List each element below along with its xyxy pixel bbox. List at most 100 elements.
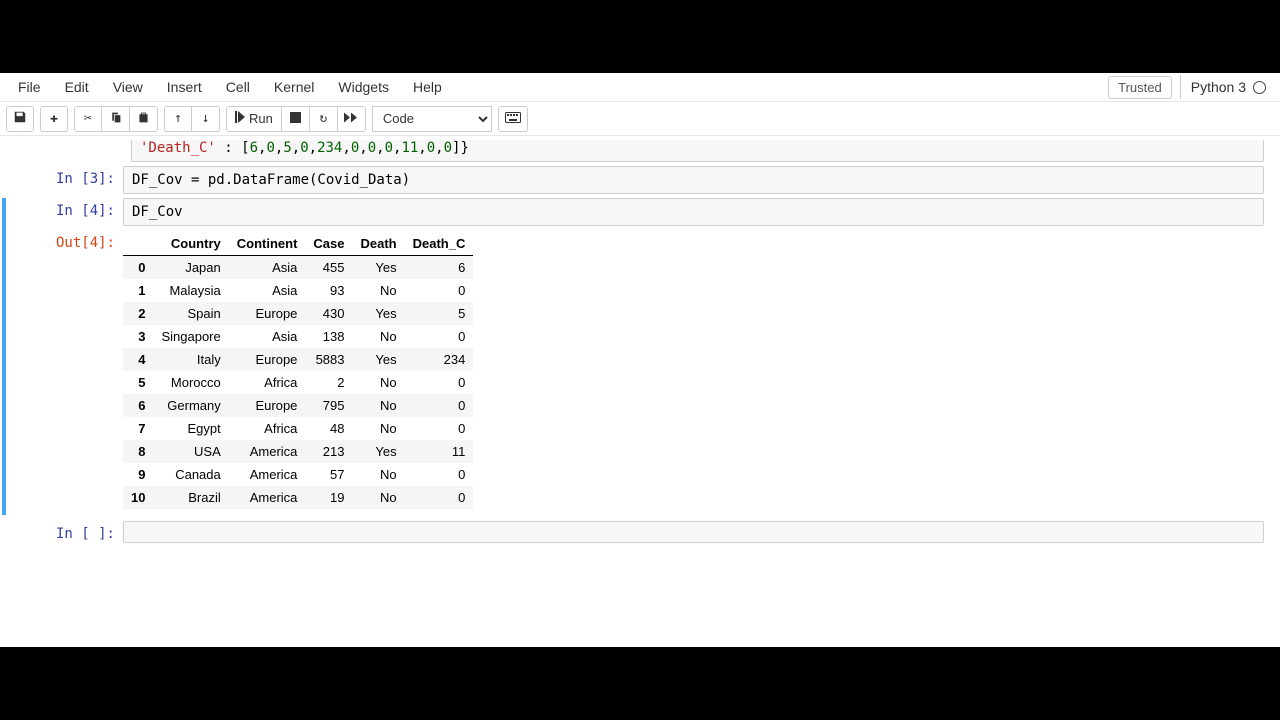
table-cell: 0 — [405, 279, 474, 302]
code-cell-3[interactable]: In [3]: DF_Cov = pd.DataFrame(Covid_Data… — [8, 166, 1264, 194]
table-cell: No — [352, 279, 404, 302]
table-row: 4ItalyEurope5883Yes234 — [123, 348, 473, 371]
kernel-idle-icon — [1253, 81, 1266, 94]
plus-icon: ✚ — [50, 112, 58, 125]
table-cell: America — [229, 486, 306, 509]
table-cell: No — [352, 463, 404, 486]
restart-run-all-button[interactable] — [338, 106, 366, 132]
table-cell: Europe — [229, 302, 306, 325]
table-cell: 4 — [123, 348, 153, 371]
table-cell: 0 — [405, 394, 474, 417]
interrupt-button[interactable] — [282, 106, 310, 132]
table-cell: USA — [153, 440, 228, 463]
col-country: Country — [153, 232, 228, 256]
table-cell: 0 — [405, 371, 474, 394]
code-cell-partial[interactable]: 'Death_C' : [6,0,5,0,234,0,0,0,11,0,0]} — [131, 140, 1264, 162]
table-cell: America — [229, 463, 306, 486]
table-cell: No — [352, 371, 404, 394]
code-input[interactable]: DF_Cov = pd.DataFrame(Covid_Data) — [123, 166, 1264, 194]
table-cell: 0 — [123, 256, 153, 280]
table-cell: 5 — [405, 302, 474, 325]
table-cell: 7 — [123, 417, 153, 440]
table-cell: 5 — [123, 371, 153, 394]
toolbar: ✚ ✂ ↑ ↓ — [0, 102, 1280, 136]
table-cell: Yes — [352, 256, 404, 280]
table-cell: 795 — [305, 394, 352, 417]
table-cell: 11 — [405, 440, 474, 463]
table-cell: No — [352, 417, 404, 440]
paste-button[interactable] — [130, 106, 158, 132]
restart-button[interactable]: ↻ — [310, 106, 338, 132]
run-icon — [235, 111, 245, 126]
table-cell: Africa — [229, 371, 306, 394]
move-down-button[interactable]: ↓ — [192, 106, 220, 132]
col-continent: Continent — [229, 232, 306, 256]
letterbox-top — [0, 0, 1280, 73]
table-cell: 2 — [305, 371, 352, 394]
add-cell-button[interactable]: ✚ — [40, 106, 68, 132]
table-cell: 9 — [123, 463, 153, 486]
trusted-indicator[interactable]: Trusted — [1108, 76, 1172, 99]
save-button[interactable] — [6, 106, 34, 132]
run-label: Run — [249, 111, 273, 126]
menu-view[interactable]: View — [101, 75, 155, 99]
code-cell-4[interactable]: In [4]: DF_Cov — [8, 198, 1264, 226]
kernel-name: Python 3 — [1191, 79, 1246, 95]
menu-file[interactable]: File — [6, 75, 53, 99]
menu-insert[interactable]: Insert — [155, 75, 214, 99]
menu-help[interactable]: Help — [401, 75, 454, 99]
copy-icon — [109, 111, 122, 127]
table-row: 3SingaporeAsia138No0 — [123, 325, 473, 348]
arrow-up-icon: ↑ — [174, 112, 182, 125]
table-row: 5MoroccoAfrica2No0 — [123, 371, 473, 394]
table-cell: 3 — [123, 325, 153, 348]
table-cell: Europe — [229, 348, 306, 371]
table-cell: Europe — [229, 394, 306, 417]
table-cell: Asia — [229, 325, 306, 348]
table-cell: Asia — [229, 279, 306, 302]
command-palette-button[interactable] — [498, 106, 528, 132]
menu-kernel[interactable]: Kernel — [262, 75, 326, 99]
run-button[interactable]: Run — [226, 106, 282, 132]
table-cell: 455 — [305, 256, 352, 280]
cell-type-select[interactable]: Code — [372, 106, 492, 132]
table-cell: Malaysia — [153, 279, 228, 302]
table-cell: 6 — [405, 256, 474, 280]
table-cell: No — [352, 486, 404, 509]
table-row: 2SpainEurope430Yes5 — [123, 302, 473, 325]
stop-icon — [290, 112, 301, 126]
letterbox-bottom — [0, 647, 1280, 720]
code-cell-empty[interactable]: In [ ]: — [8, 521, 1264, 543]
cut-button[interactable]: ✂ — [74, 106, 102, 132]
copy-button[interactable] — [102, 106, 130, 132]
code-input[interactable] — [123, 521, 1264, 543]
table-cell: Africa — [229, 417, 306, 440]
col-death: Death — [352, 232, 404, 256]
move-up-button[interactable]: ↑ — [164, 106, 192, 132]
kernel-indicator[interactable]: Python 3 — [1180, 75, 1274, 99]
table-cell: 0 — [405, 325, 474, 348]
menu-edit[interactable]: Edit — [53, 75, 101, 99]
table-row: 6GermanyEurope795No0 — [123, 394, 473, 417]
menu-widgets[interactable]: Widgets — [326, 75, 401, 99]
arrow-down-icon: ↓ — [202, 112, 210, 125]
restart-icon: ↻ — [319, 112, 327, 125]
col-death-c: Death_C — [405, 232, 474, 256]
input-prompt: In [3]: — [8, 166, 123, 194]
table-cell: 48 — [305, 417, 352, 440]
table-cell: America — [229, 440, 306, 463]
table-cell: Italy — [153, 348, 228, 371]
table-cell: 138 — [305, 325, 352, 348]
code-input[interactable]: DF_Cov — [123, 198, 1264, 226]
menu-cell[interactable]: Cell — [214, 75, 262, 99]
table-cell: 93 — [305, 279, 352, 302]
table-cell: Canada — [153, 463, 228, 486]
table-cell: 1 — [123, 279, 153, 302]
cells-container: 'Death_C' : [6,0,5,0,234,0,0,0,11,0,0]} … — [0, 136, 1280, 543]
table-cell: Yes — [352, 440, 404, 463]
table-row: 10BrazilAmerica19No0 — [123, 486, 473, 509]
table-cell: 234 — [405, 348, 474, 371]
table-cell: 10 — [123, 486, 153, 509]
table-cell: Asia — [229, 256, 306, 280]
output-prompt: Out[4]: — [8, 230, 123, 515]
